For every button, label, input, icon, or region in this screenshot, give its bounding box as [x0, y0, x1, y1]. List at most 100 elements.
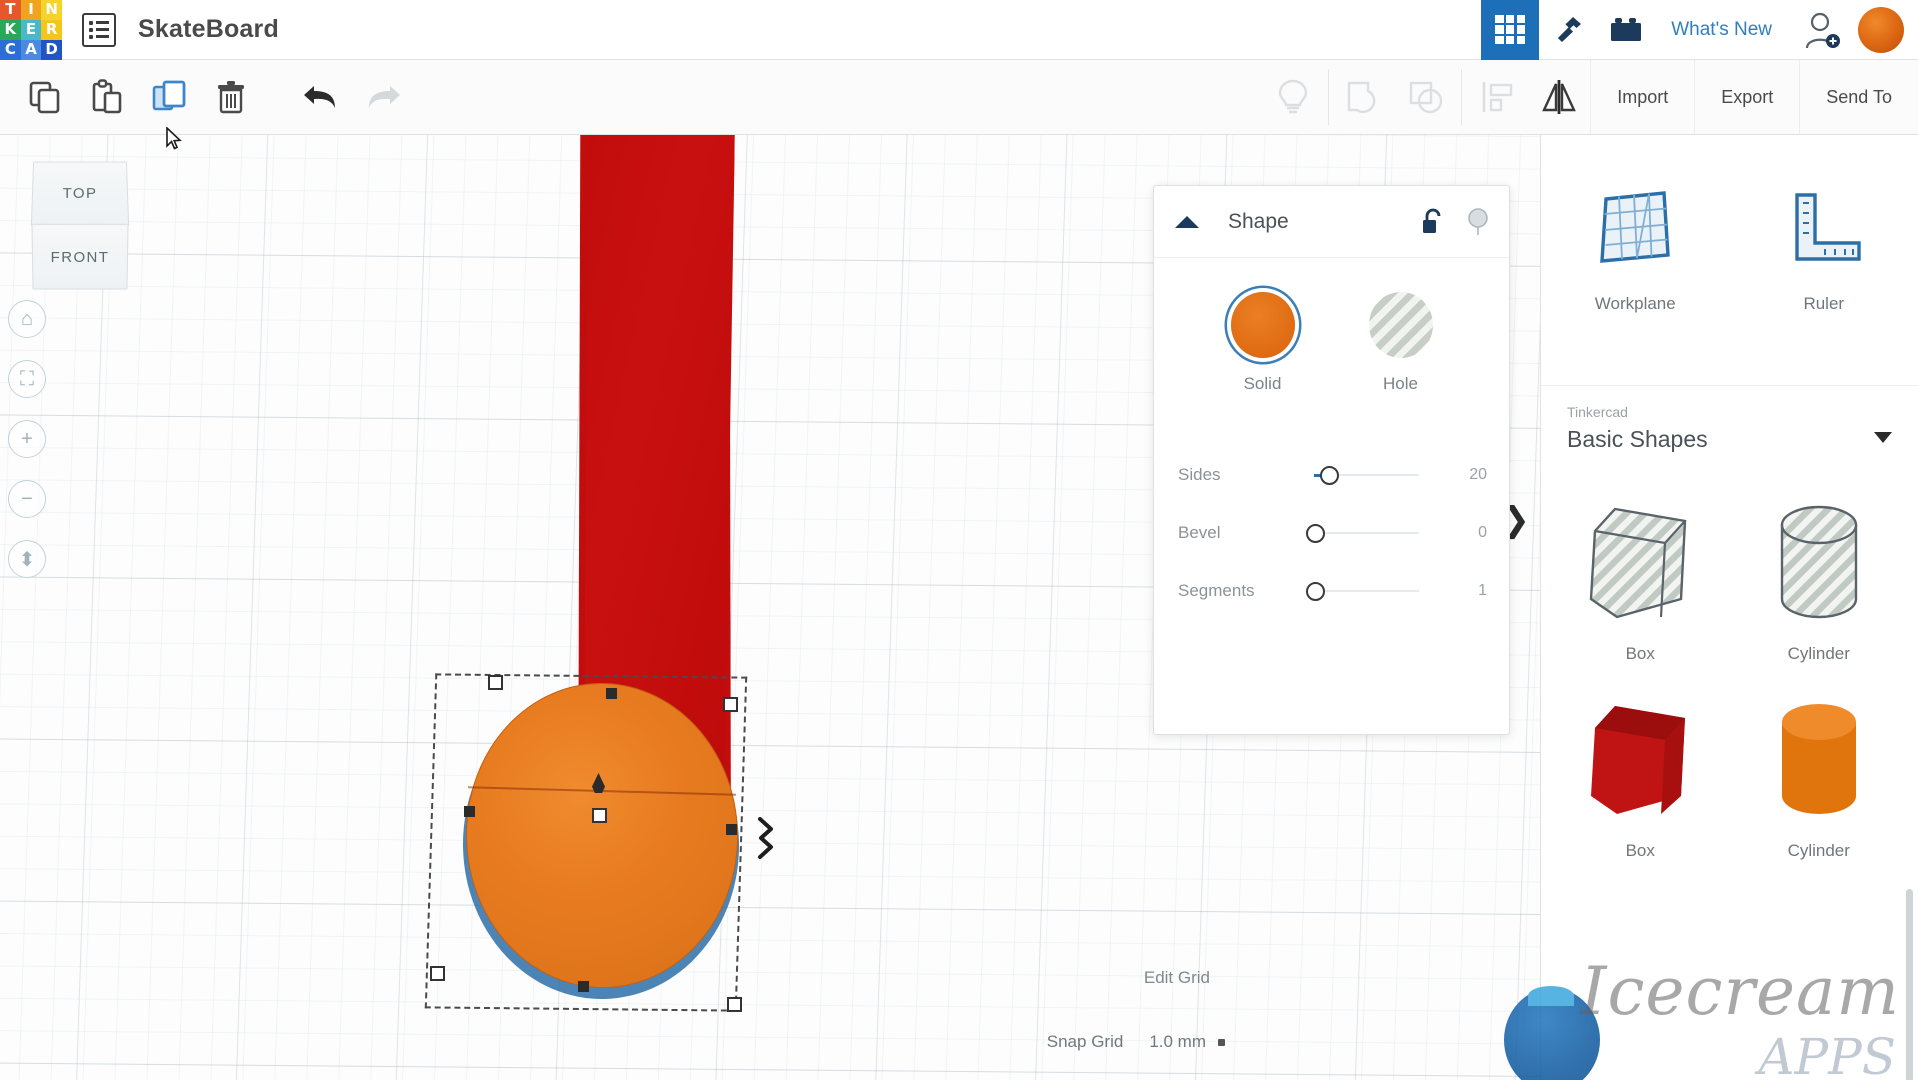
mirror-icon [1542, 80, 1577, 114]
copy-icon [29, 81, 60, 114]
shape-mode-selector: Solid Hole [1154, 258, 1509, 394]
ungroup-button[interactable] [1395, 60, 1457, 135]
undo-button[interactable] [290, 60, 352, 135]
redo-button[interactable] [352, 60, 414, 135]
edge-handle-top[interactable] [606, 688, 617, 699]
box-hole-icon [1590, 507, 1687, 619]
chevron-down-icon[interactable] [1874, 432, 1892, 443]
view-cube-front[interactable]: FRONT [31, 223, 129, 290]
send-to-button[interactable]: Send To [1799, 59, 1918, 135]
sides-slider-row: Sides 20 [1154, 446, 1509, 504]
documents-icon[interactable] [82, 12, 116, 47]
doc-icon-bar [96, 28, 109, 31]
brick-glyph [1611, 17, 1642, 41]
notes-button[interactable] [1262, 60, 1324, 135]
grid-glyph [1495, 14, 1526, 45]
shape-box-red[interactable]: Box [1551, 684, 1730, 867]
mirror-button[interactable] [1528, 60, 1590, 135]
edge-handle-right[interactable] [726, 824, 737, 835]
duplicate-button[interactable] [138, 60, 200, 135]
hole-mode-label: Hole [1383, 374, 1418, 393]
lightbulb-icon [1279, 79, 1308, 114]
main-toolbar: Import Export Send To [0, 59, 1918, 135]
import-button[interactable]: Import [1590, 59, 1694, 135]
shape-cylinder-hole[interactable]: Cylinder [1730, 487, 1909, 670]
shape-inspector-panel: Shape Solid Hole Sides 20 Bevel 0 Segmen… [1153, 185, 1510, 735]
workplane-label: Workplane [1594, 294, 1676, 313]
add-user-glyph [1805, 12, 1840, 48]
segments-slider-knob[interactable] [1306, 581, 1325, 601]
snap-grid-value-group[interactable]: 1.0 mm [1149, 1032, 1225, 1052]
zoom-out-button[interactable]: − [8, 480, 46, 518]
edge-handle-left[interactable] [464, 806, 475, 817]
snap-grid-label: Snap Grid [1046, 1032, 1124, 1051]
toolbar-divider [1328, 69, 1330, 125]
fit-view-button[interactable]: ⛶ [8, 360, 46, 398]
edit-grid-button[interactable]: Edit Grid [1144, 968, 1210, 988]
shape-cylinder-orange[interactable]: Cylinder [1730, 684, 1909, 867]
home-view-button[interactable]: ⌂ [8, 300, 46, 338]
snap-grid-control[interactable]: Snap Grid 1.0 mm [1047, 1032, 1225, 1052]
box-red-icon [1591, 706, 1686, 814]
sides-value: 20 [1469, 466, 1487, 483]
view-cube-top[interactable]: TOP [30, 161, 130, 227]
scale-handle-top-right[interactable] [723, 697, 738, 712]
zoom-in-button[interactable]: + [8, 420, 46, 458]
visibility-icon[interactable] [1467, 207, 1489, 236]
scale-handle-top-left[interactable] [488, 675, 503, 690]
unlock-icon[interactable] [1421, 208, 1445, 236]
ruler-tool[interactable]: Ruler [1730, 167, 1918, 385]
add-user-icon[interactable] [1794, 0, 1852, 60]
page-title[interactable]: SkateBoard [138, 15, 279, 44]
inspector-header: Shape [1154, 186, 1509, 258]
bevel-label: Bevel [1178, 523, 1221, 542]
orbit-button[interactable]: ⬍ [8, 540, 46, 578]
tinkercad-logo[interactable]: T I N K E R C A D [0, 0, 62, 60]
inspector-title: Shape [1228, 209, 1289, 233]
avatar[interactable] [1858, 6, 1904, 53]
bevel-slider-row: Bevel 0 [1154, 504, 1509, 562]
center-move-handle[interactable] [592, 808, 607, 823]
align-button[interactable] [1466, 60, 1528, 135]
view-cube[interactable]: TOP FRONT [30, 160, 130, 295]
logo-tile: N [41, 0, 62, 20]
shapes-library-header[interactable]: Tinkercad Basic Shapes [1541, 385, 1918, 469]
grid-view-icon[interactable] [1481, 0, 1540, 60]
group-button[interactable] [1333, 60, 1395, 135]
shape-box-hole[interactable]: Box [1551, 487, 1730, 670]
shape-label: Box [1625, 841, 1655, 860]
tinkercad-app: T I N K E R C A D SkateBoard What's New … [0, 0, 1918, 1080]
rotate-handle-icon[interactable] [755, 815, 785, 861]
scale-handle-bottom-right[interactable] [727, 997, 742, 1012]
ruler-icon [1795, 193, 1861, 261]
sides-slider-knob[interactable] [1320, 465, 1339, 485]
shape-label: Box [1625, 644, 1655, 663]
workplane-tool[interactable]: Workplane [1541, 167, 1730, 385]
align-icon [1482, 82, 1513, 112]
sides-label: Sides [1178, 465, 1221, 484]
sides-slider-track[interactable] [1274, 465, 1435, 485]
export-button[interactable]: Export [1694, 59, 1799, 135]
segments-label: Segments [1178, 581, 1255, 600]
solid-mode-option[interactable]: Solid [1230, 292, 1295, 394]
bevel-slider-track[interactable] [1274, 523, 1435, 543]
segments-value: 1 [1478, 582, 1487, 599]
chevron-down-icon [1218, 1038, 1225, 1046]
bevel-slider-knob[interactable] [1306, 523, 1325, 543]
sidebar-scrollbar[interactable] [1906, 889, 1913, 1080]
hammer-glyph [1558, 16, 1582, 42]
library-title: Basic Shapes [1567, 426, 1708, 452]
segments-slider-track[interactable] [1274, 581, 1435, 601]
paste-button[interactable] [76, 60, 138, 135]
doc-icon-bar [96, 35, 109, 38]
delete-button[interactable] [200, 60, 262, 135]
hammer-icon[interactable] [1539, 0, 1597, 60]
logo-tile: T [0, 0, 21, 20]
hole-mode-option[interactable]: Hole [1368, 292, 1433, 394]
collapse-triangle-icon[interactable] [1174, 214, 1200, 230]
edge-handle-bottom[interactable] [578, 981, 589, 992]
scale-handle-bottom-left[interactable] [430, 966, 445, 981]
brick-icon[interactable] [1597, 0, 1655, 60]
whats-new-link[interactable]: What's New [1671, 19, 1772, 41]
copy-button[interactable] [14, 60, 76, 135]
